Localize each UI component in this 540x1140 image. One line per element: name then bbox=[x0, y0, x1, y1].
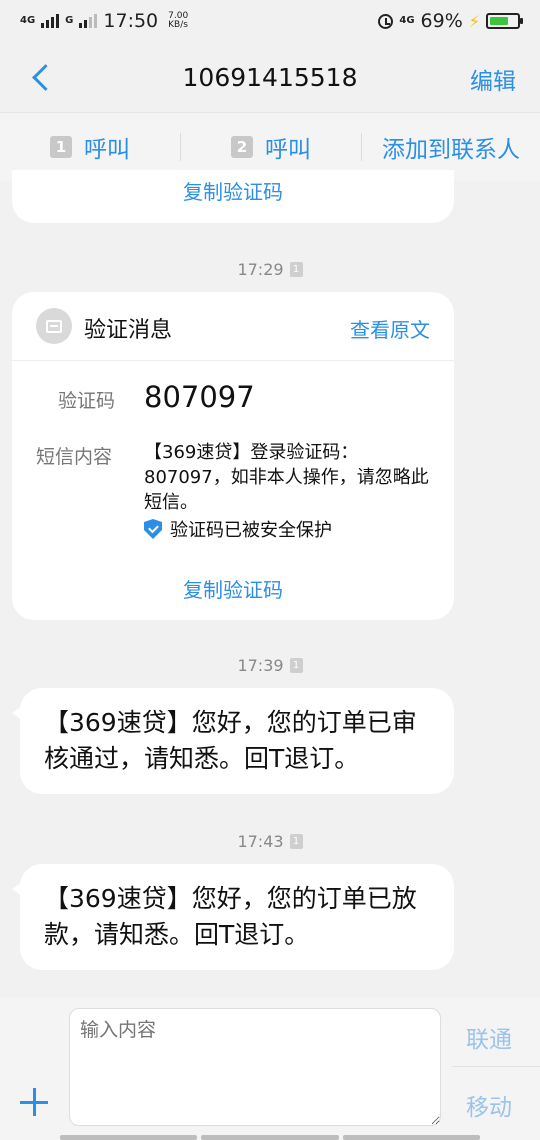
timestamp-text: 17:29 bbox=[237, 260, 284, 279]
sms-content: 【369速贷】登录验证码：807097，如非本人操作，请忽略此短信。 bbox=[144, 442, 429, 513]
alarm-icon bbox=[378, 13, 394, 29]
timestamp-text: 17:43 bbox=[237, 832, 284, 851]
battery-fill bbox=[490, 17, 508, 25]
page-title: 10691415518 bbox=[182, 62, 358, 92]
battery-percent: 69% bbox=[420, 10, 463, 32]
view-original-button[interactable]: 查看原文 bbox=[350, 314, 430, 343]
message-input[interactable] bbox=[69, 1008, 441, 1126]
divider bbox=[452, 1066, 540, 1067]
sim-indicator-icon: 1 bbox=[289, 658, 303, 673]
speed-unit: KB/s bbox=[168, 20, 188, 30]
content-label: 短信内容 bbox=[36, 446, 113, 468]
copy-code-button[interactable]: 复制验证码 bbox=[12, 574, 454, 603]
signal-icon-2 bbox=[79, 14, 98, 28]
prev-verify-card: 复制验证码 bbox=[12, 170, 454, 223]
copy-code-button-prev[interactable]: 复制验证码 bbox=[12, 176, 454, 205]
conversation-header: 10691415518 编辑 bbox=[0, 42, 540, 112]
message-bubble[interactable]: 【369速贷】您好，您的订单已放款，请知悉。回T退订。 bbox=[12, 864, 454, 970]
nav-handle bbox=[60, 1135, 480, 1140]
status-bar: 4G G 17:50 7.00 KB/s 4G 69% ⚡ bbox=[0, 0, 540, 42]
clock-time: 17:50 bbox=[103, 10, 159, 32]
verify-card-title: 验证消息 bbox=[84, 318, 173, 343]
shield-check-icon bbox=[144, 519, 162, 539]
network-4g-label-2: 4G bbox=[399, 15, 415, 26]
network-4g-label: 4G bbox=[20, 15, 36, 26]
code-label: 验证码 bbox=[58, 390, 116, 412]
plus-icon[interactable] bbox=[18, 1086, 50, 1118]
sim1-icon: 1 bbox=[50, 136, 72, 158]
signal-icon bbox=[41, 14, 60, 28]
verify-card: 验证消息 查看原文 验证码 807097 短信内容 【369速贷】登录验证码：8… bbox=[12, 292, 454, 620]
chevron-left-icon bbox=[31, 63, 59, 91]
sim2-icon: 2 bbox=[231, 136, 253, 158]
status-right: 4G 69% ⚡ bbox=[378, 10, 523, 32]
back-button[interactable] bbox=[24, 60, 59, 94]
call-sim2-label: 呼叫 bbox=[265, 137, 311, 163]
message-icon bbox=[36, 308, 72, 344]
sim-indicator-icon: 1 bbox=[289, 262, 303, 277]
send-unicom-button[interactable]: 联通 bbox=[466, 1020, 512, 1054]
network-g-label: G bbox=[65, 15, 74, 26]
charging-icon: ⚡ bbox=[468, 11, 480, 31]
timestamp: 17:43 1 bbox=[0, 832, 540, 851]
call-sim1-label: 呼叫 bbox=[84, 137, 130, 163]
message-bubble[interactable]: 【369速贷】您好，您的订单已审核通过，请知悉。回T退订。 bbox=[12, 688, 454, 794]
send-mobile-button[interactable]: 移动 bbox=[466, 1088, 512, 1122]
battery-icon bbox=[486, 13, 523, 29]
secure-notice: 验证码已被安全保护 bbox=[144, 516, 332, 542]
timestamp: 17:29 1 bbox=[0, 260, 540, 279]
sim-indicator-icon: 1 bbox=[289, 834, 303, 849]
composer: 联通 移动 bbox=[0, 998, 540, 1140]
status-left: 4G G 17:50 7.00 KB/s bbox=[20, 10, 188, 32]
timestamp-text: 17:39 bbox=[237, 656, 284, 675]
code-value[interactable]: 807097 bbox=[144, 380, 255, 414]
network-speed: 7.00 KB/s bbox=[168, 12, 188, 30]
verify-card-header: 验证消息 查看原文 bbox=[12, 292, 454, 361]
edit-button[interactable]: 编辑 bbox=[470, 62, 516, 96]
secure-text: 验证码已被安全保护 bbox=[170, 520, 332, 541]
timestamp: 17:39 1 bbox=[0, 656, 540, 675]
